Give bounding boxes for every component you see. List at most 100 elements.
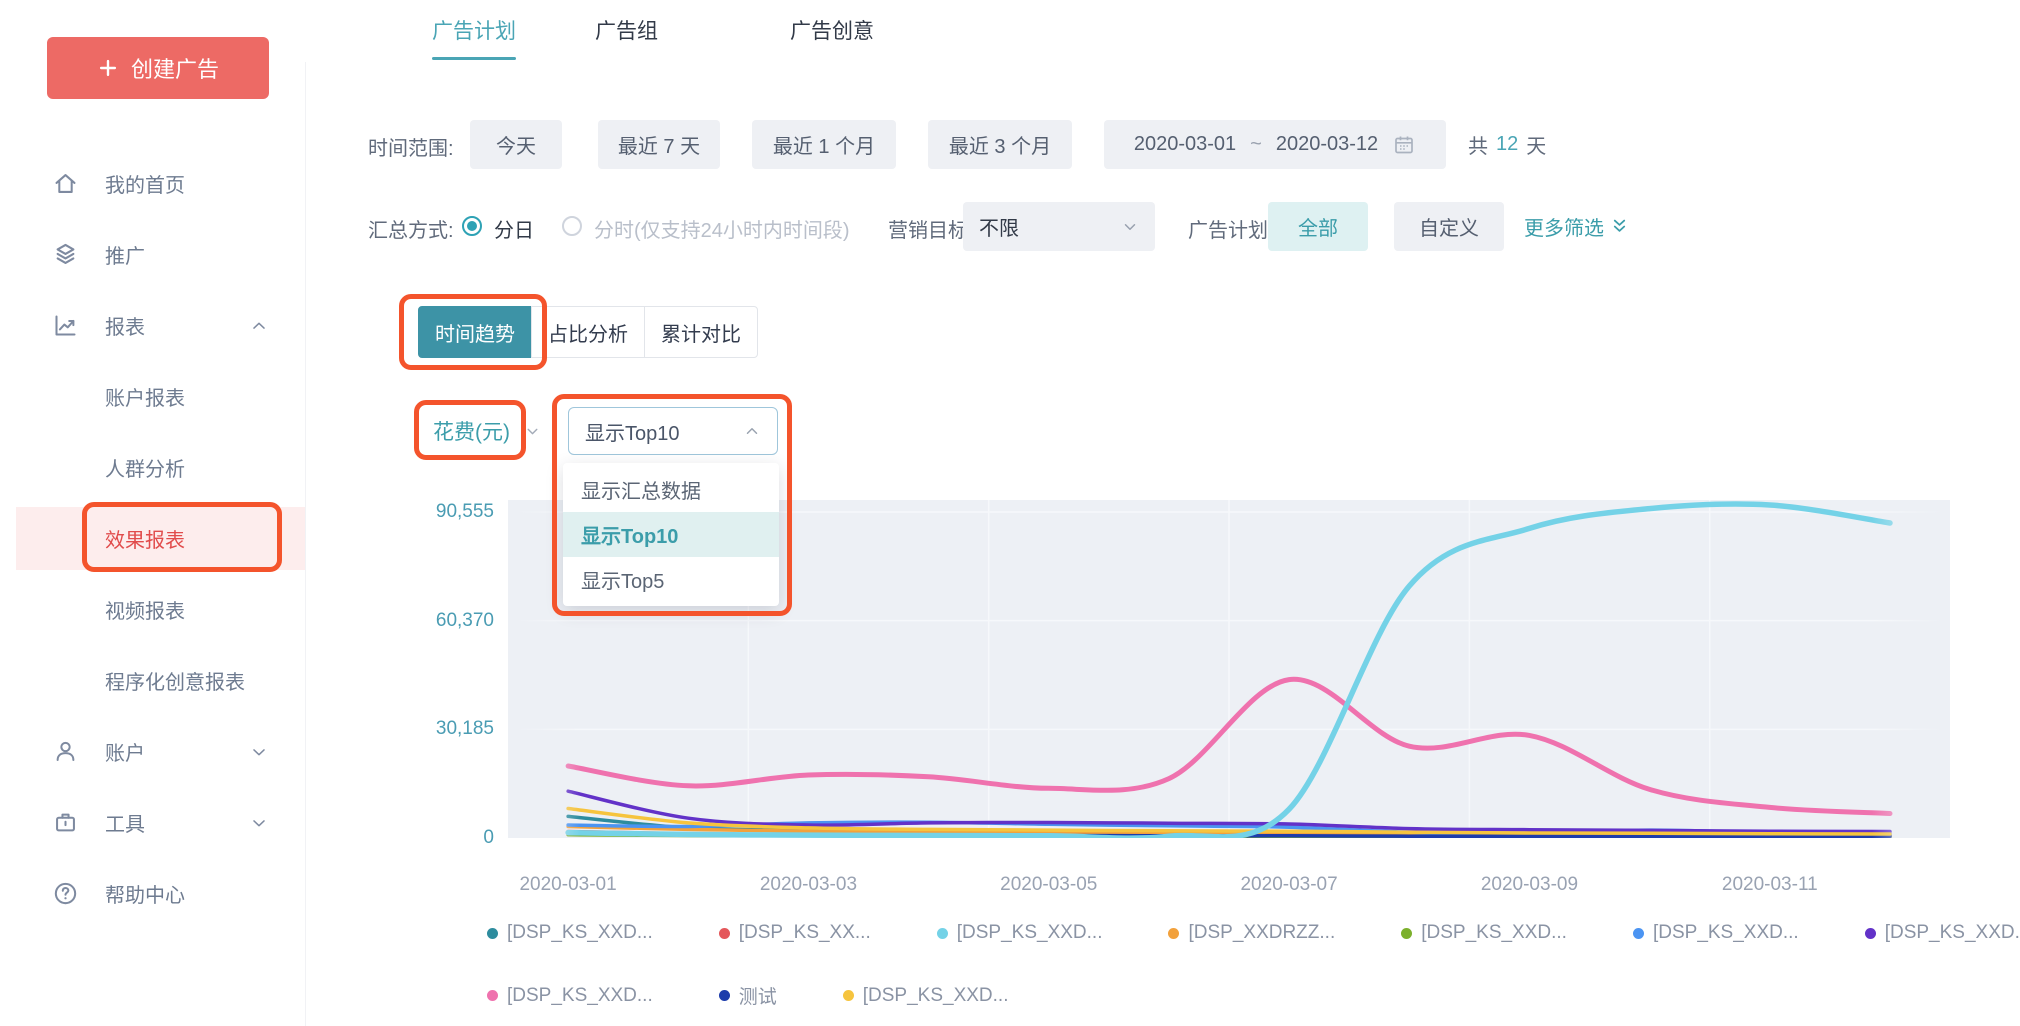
date-range-picker[interactable]: 2020-03-01 ~ 2020-03-12 bbox=[1104, 120, 1446, 169]
toolbox-icon bbox=[52, 809, 79, 836]
chevron-down-icon bbox=[524, 423, 541, 440]
legend-item[interactable]: [DSP_KS_XX... bbox=[719, 922, 871, 944]
sidebar-item-label: 效果报表 bbox=[105, 524, 185, 553]
active-tab-underline bbox=[432, 57, 516, 60]
chart-tab-cumulative-compare[interactable]: 累计对比 bbox=[644, 306, 758, 358]
quick-range-last-7-days[interactable]: 最近 7 天 bbox=[598, 120, 720, 169]
legend-item[interactable]: [DSP_XXDRZZ... bbox=[1168, 922, 1335, 944]
x-tick-label: 2020-03-01 bbox=[519, 874, 616, 896]
metric-select[interactable]: 花费(元) bbox=[433, 416, 541, 446]
chart-tab-time-trend[interactable]: 时间趋势 bbox=[418, 306, 532, 358]
radio-hourly[interactable] bbox=[562, 216, 582, 236]
sidebar-item-tools[interactable]: 工具 bbox=[0, 787, 305, 858]
topn-option-1[interactable]: 显示Top10 bbox=[563, 512, 779, 557]
topn-select-value: 显示Top10 bbox=[585, 417, 680, 446]
sidebar-item-promotion[interactable]: 推广 bbox=[0, 219, 305, 290]
chart-icon bbox=[52, 312, 79, 339]
legend-dot bbox=[719, 990, 730, 1001]
tab-ad-creative[interactable]: 广告创意 bbox=[790, 0, 874, 60]
more-filters-button[interactable]: 更多筛选 bbox=[1524, 202, 1629, 251]
legend-label: [DSP_KS_XXD... bbox=[1885, 922, 2020, 944]
radio-daily-label[interactable]: 分日 bbox=[494, 214, 534, 243]
legend-label: [DSP_XXDRZZ... bbox=[1188, 922, 1335, 944]
legend-dot bbox=[1865, 928, 1876, 939]
legend-label: 测试 bbox=[739, 982, 777, 1009]
sidebar-item-report[interactable]: 报表 bbox=[0, 290, 305, 361]
x-tick-label: 2020-03-05 bbox=[1000, 874, 1097, 896]
chevron-up-icon bbox=[249, 316, 269, 336]
legend-item[interactable]: 测试 bbox=[719, 982, 777, 1009]
plus-icon bbox=[97, 57, 119, 79]
sidebar-item-programmatic-creative-report[interactable]: 程序化创意报表 bbox=[0, 645, 305, 716]
sidebar-item-audience-analysis[interactable]: 人群分析 bbox=[0, 432, 305, 503]
sidebar-item-help-center[interactable]: 帮助中心 bbox=[0, 858, 305, 929]
y-tick-label: 60,370 bbox=[410, 610, 494, 632]
legend-dot bbox=[1401, 928, 1412, 939]
legend-item[interactable]: [DSP_KS_XXD... bbox=[1401, 922, 1567, 944]
radio-hourly-label[interactable]: 分时(仅支持24小时内时间段) bbox=[594, 214, 850, 243]
legend-dot bbox=[487, 990, 498, 1001]
layers-icon bbox=[52, 241, 79, 268]
legend-label: [DSP_KS_XX... bbox=[739, 922, 871, 944]
tab-ad-plan[interactable]: 广告计划 bbox=[432, 0, 516, 60]
radio-daily[interactable] bbox=[462, 216, 482, 236]
total-days-suffix: 天 bbox=[1526, 130, 1546, 159]
legend-label: [DSP_KS_XXD... bbox=[1653, 922, 1799, 944]
sidebar-nav: 我的首页推广报表账户报表人群分析效果报表视频报表程序化创意报表账户工具帮助中心 bbox=[0, 148, 305, 929]
sidebar-item-label: 人群分析 bbox=[105, 453, 185, 482]
calendar-icon[interactable] bbox=[1392, 133, 1416, 157]
legend-item[interactable]: [DSP_KS_XXD... bbox=[487, 982, 653, 1009]
plan-custom-button[interactable]: 自定义 bbox=[1394, 202, 1504, 251]
sidebar-item-label: 帮助中心 bbox=[105, 879, 185, 908]
legend-item[interactable]: [DSP_KS_XXD... bbox=[487, 922, 653, 944]
double-chevron-down-icon bbox=[1610, 217, 1629, 236]
sidebar-item-account-report[interactable]: 账户报表 bbox=[0, 361, 305, 432]
sidebar-item-account[interactable]: 账户 bbox=[0, 716, 305, 787]
chart-tab-share-analysis[interactable]: 占比分析 bbox=[531, 306, 645, 358]
top-tabbar: 广告计划 广告组 广告创意 bbox=[305, 0, 2020, 62]
legend-label: [DSP_KS_XXD... bbox=[1421, 922, 1567, 944]
plan-all-button[interactable]: 全部 bbox=[1268, 202, 1368, 251]
y-tick-label: 90,555 bbox=[410, 501, 494, 523]
legend-item[interactable]: [DSP_KS_XXD... bbox=[1865, 922, 2020, 944]
legend-item[interactable]: [DSP_KS_XXD... bbox=[1633, 922, 1799, 944]
y-tick-label: 0 bbox=[410, 827, 494, 849]
chart-legend-row-1: [DSP_KS_XXD... [DSP_KS_XX... [DSP_KS_XXD..… bbox=[487, 922, 2020, 944]
legend-dot bbox=[1168, 928, 1179, 939]
legend-item[interactable]: [DSP_KS_XXD... bbox=[937, 922, 1103, 944]
topn-option-2[interactable]: 显示Top5 bbox=[563, 557, 779, 602]
date-end: 2020-03-12 bbox=[1276, 133, 1378, 156]
legend-item[interactable]: [DSP_KS_XXD... bbox=[843, 982, 1009, 1009]
app-root: 创建广告 我的首页推广报表账户报表人群分析效果报表视频报表程序化创意报表账户工具… bbox=[0, 0, 2020, 1026]
sidebar-item-effect-report[interactable]: 效果报表 bbox=[0, 503, 305, 574]
marketing-goal-select[interactable]: 不限 bbox=[963, 202, 1155, 251]
create-ad-button[interactable]: 创建广告 bbox=[47, 37, 269, 99]
legend-dot bbox=[487, 928, 498, 939]
y-tick-label: 30,185 bbox=[410, 718, 494, 740]
legend-dot bbox=[1633, 928, 1644, 939]
more-filters-label: 更多筛选 bbox=[1524, 212, 1604, 241]
tab-ad-group[interactable]: 广告组 bbox=[595, 0, 658, 60]
quick-range-last-1-month[interactable]: 最近 1 个月 bbox=[752, 120, 896, 169]
x-tick-label: 2020-03-11 bbox=[1722, 874, 1818, 896]
create-ad-label: 创建广告 bbox=[131, 52, 219, 84]
topn-dropdown: 显示汇总数据显示Top10显示Top5 bbox=[563, 463, 779, 606]
quick-range-today[interactable]: 今天 bbox=[470, 120, 562, 169]
legend-dot bbox=[843, 990, 854, 1001]
sidebar-item-video-report[interactable]: 视频报表 bbox=[0, 574, 305, 645]
chevron-down-icon bbox=[249, 813, 269, 833]
time-range-label: 时间范围: bbox=[368, 132, 454, 161]
x-tick-label: 2020-03-03 bbox=[760, 874, 857, 896]
topn-option-0[interactable]: 显示汇总数据 bbox=[563, 467, 779, 512]
sidebar-item-label: 推广 bbox=[105, 240, 145, 269]
topn-select[interactable]: 显示Top10 bbox=[568, 407, 778, 455]
chart-legend-row-2: [DSP_KS_XXD... 测试 [DSP_KS_XXD... bbox=[487, 982, 1008, 1009]
marketing-goal-value: 不限 bbox=[979, 212, 1019, 241]
metric-select-value: 花费(元) bbox=[433, 416, 510, 446]
legend-label: [DSP_KS_XXD... bbox=[507, 985, 653, 1007]
sidebar-item-label: 程序化创意报表 bbox=[105, 666, 245, 695]
quick-range-last-3-months[interactable]: 最近 3 个月 bbox=[928, 120, 1072, 169]
sidebar-item-home[interactable]: 我的首页 bbox=[0, 148, 305, 219]
chevron-down-icon bbox=[249, 742, 269, 762]
summary-mode-label: 汇总方式: bbox=[368, 214, 454, 243]
